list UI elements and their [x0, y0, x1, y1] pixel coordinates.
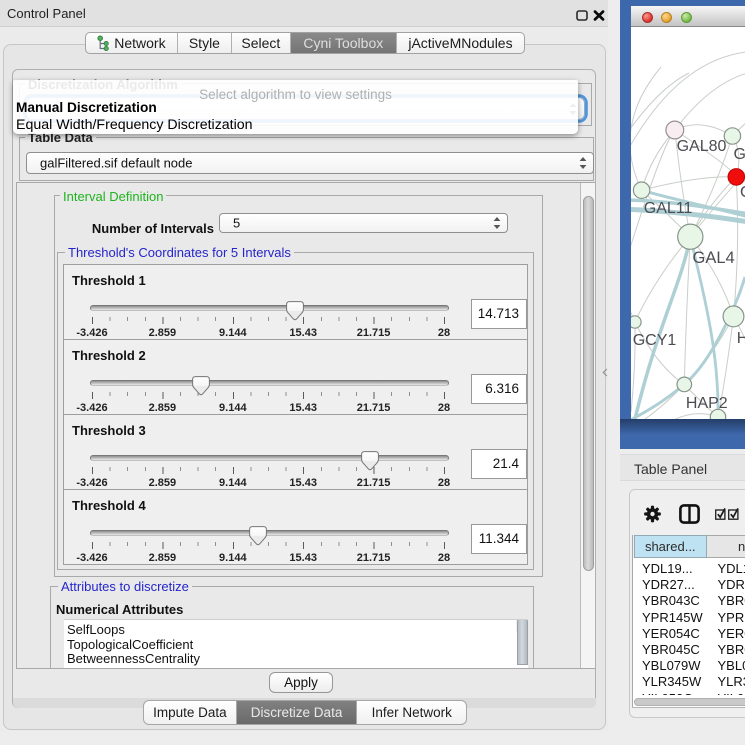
svg-text:H: H	[737, 330, 745, 347]
svg-text:HAP2: HAP2	[686, 395, 728, 412]
svg-text:GA: GA	[734, 146, 745, 163]
svg-text:GAL4: GAL4	[693, 249, 735, 267]
svg-text:GAL80: GAL80	[677, 138, 727, 155]
svg-text:C: C	[740, 184, 745, 201]
svg-text:GCY1: GCY1	[633, 332, 677, 349]
svg-text:GAL11: GAL11	[644, 200, 693, 217]
